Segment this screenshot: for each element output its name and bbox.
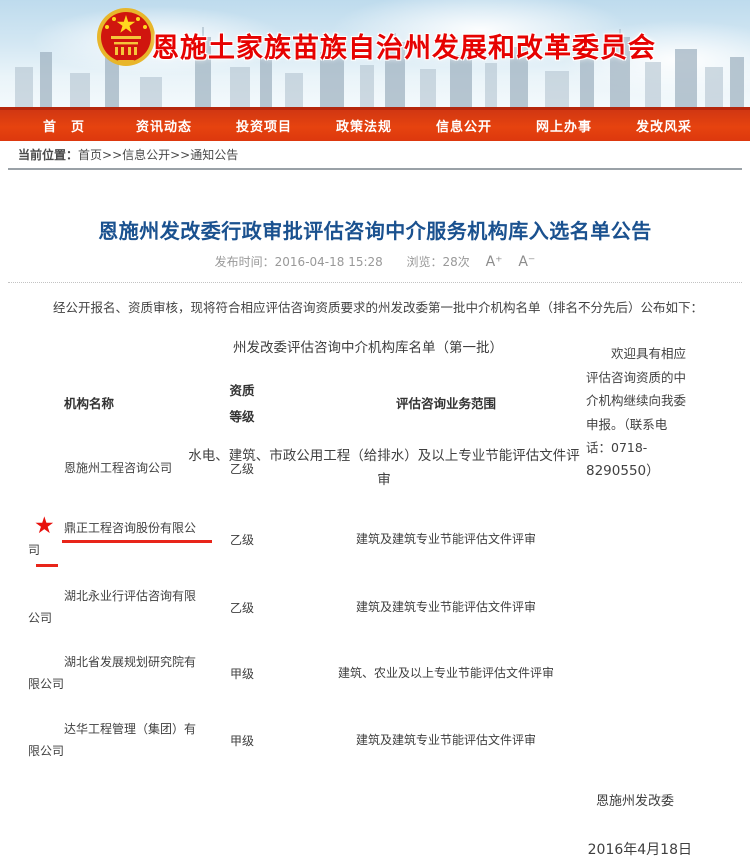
scope-cell: 建筑及建筑专业节能评估文件评审 [281, 729, 611, 751]
signature: 恩施州发改委 [28, 790, 722, 809]
site-banner: 恩施土家族苗族自治州发展和改革委员会 [0, 0, 750, 107]
article-meta: 发布时间：2016-04-18 15:28 浏览：28次 A⁺ A⁻ [28, 253, 722, 270]
dotted-divider [8, 282, 742, 283]
table-row: 达华工程管理（集团）有限公司 甲级 建筑及建筑专业节能评估文件评审 [28, 706, 612, 774]
view-count: 浏览：28次 [406, 255, 469, 269]
scope-cell: 建筑、农业及以上专业节能评估文件评审 [281, 662, 611, 684]
scope-cell: 建筑及建筑专业节能评估文件评审 [281, 528, 611, 550]
org-name-cell: 湖北永业行评估咨询有限公司 [28, 585, 203, 629]
side-note-line: 介机构继续向我委 [586, 389, 716, 413]
scope-cell: 水电、建筑、市政公用工程（给排水）及以上专业节能评估文件评审 [184, 444, 584, 492]
font-decrease-button[interactable]: A⁻ [518, 254, 535, 270]
national-emblem-logo [94, 5, 158, 73]
table-row: 恩施州工程咨询公司 乙级 水电、建筑、市政公用工程（给排水）及以上专业节能评估文… [28, 432, 612, 504]
breadcrumb-label: 当前位置： [18, 146, 78, 163]
table-row: 湖北省发展规划研究院有限公司 甲级 建筑、农业及以上专业节能评估文件评审 [28, 640, 612, 706]
breadcrumb-path[interactable]: 首页>>信息公开>>通知公告 [78, 146, 238, 163]
org-name-cell: 湖北省发展规划研究院有限公司 [28, 651, 203, 695]
nav-item-ndrc-style[interactable]: 发改风采 [614, 116, 714, 135]
signature-date: 2016年4月18日 [28, 839, 722, 859]
site-title: 恩施土家族苗族自治州发展和改革委员会 [152, 26, 656, 65]
agency-table: 机构名称 资质等级 评估咨询业务范围 恩施州工程咨询公司 乙级 水电、建筑、市政… [28, 376, 612, 774]
grade-cell: 甲级 [203, 732, 281, 749]
nav-item-investment[interactable]: 投资项目 [214, 116, 314, 135]
grade-cell: 乙级 [203, 599, 281, 616]
content-area: 州发改委评估咨询中介机构库名单（第一批） 欢迎具有相应 评估咨询资质的中 介机构… [28, 339, 722, 774]
side-note-line: 评估咨询资质的中 [586, 366, 716, 390]
side-note-line: 8290550） [586, 460, 716, 484]
side-note-line: 话：0718- [586, 436, 716, 460]
side-note-line: 欢迎具有相应 [586, 342, 716, 366]
article: 恩施州发改委行政审批评估咨询中介服务机构库入选名单公告 发布时间：2016-04… [0, 218, 750, 859]
nav-item-info-disclosure[interactable]: 信息公开 [414, 116, 514, 135]
red-underline [62, 540, 212, 543]
side-note: 欢迎具有相应 评估咨询资质的中 介机构继续向我委 申报。（联系电 话：0718-… [586, 342, 716, 483]
header-org-name: 机构名称 [28, 393, 203, 415]
main-nav: 首 页 资讯动态 投资项目 政策法规 信息公开 网上办事 发改风采 [0, 107, 750, 141]
star-marker-icon: ★ [34, 515, 55, 538]
scope-cell: 建筑及建筑专业节能评估文件评审 [281, 596, 611, 618]
font-increase-button[interactable]: A⁺ [486, 254, 503, 270]
red-underline [36, 564, 58, 567]
list-title: 州发改委评估咨询中介机构库名单（第一批） [28, 339, 660, 357]
breadcrumb: 当前位置： 首页>>信息公开>>通知公告 [0, 141, 750, 168]
section-divider [8, 168, 742, 170]
nav-item-policy[interactable]: 政策法规 [314, 116, 414, 135]
org-name-cell: 达华工程管理（集团）有限公司 [28, 718, 203, 762]
grade-cell: 乙级 [203, 531, 281, 548]
page: 恩施土家族苗族自治州发展和改革委员会 首 页 资讯动态 投资项目 政策法规 信息… [0, 0, 750, 868]
org-name-cell: 恩施州工程咨询公司 [28, 457, 203, 479]
article-title: 恩施州发改委行政审批评估咨询中介服务机构库入选名单公告 [28, 218, 722, 244]
side-note-line: 申报。（联系电 [586, 413, 716, 437]
header-grade: 资质等级 [203, 378, 281, 430]
header-scope: 评估咨询业务范围 [281, 393, 611, 415]
table-header-row: 机构名称 资质等级 评估咨询业务范围 [28, 376, 612, 432]
nav-item-news[interactable]: 资讯动态 [114, 116, 214, 135]
intro-paragraph: 经公开报名、资质审核，现将符合相应评估咨询资质要求的州发改委第一批中介机构名单（… [28, 298, 722, 318]
table-row: ★ 鼎正工程咨询股份有限公司 乙级 建筑及建筑专业节能评估文件评审 [28, 504, 612, 574]
nav-item-online-service[interactable]: 网上办事 [514, 116, 614, 135]
nav-item-home[interactable]: 首 页 [14, 116, 114, 135]
publish-time: 发布时间：2016-04-18 15:28 [215, 255, 383, 269]
table-row: 湖北永业行评估咨询有限公司 乙级 建筑及建筑专业节能评估文件评审 [28, 574, 612, 640]
grade-cell: 甲级 [203, 665, 281, 682]
